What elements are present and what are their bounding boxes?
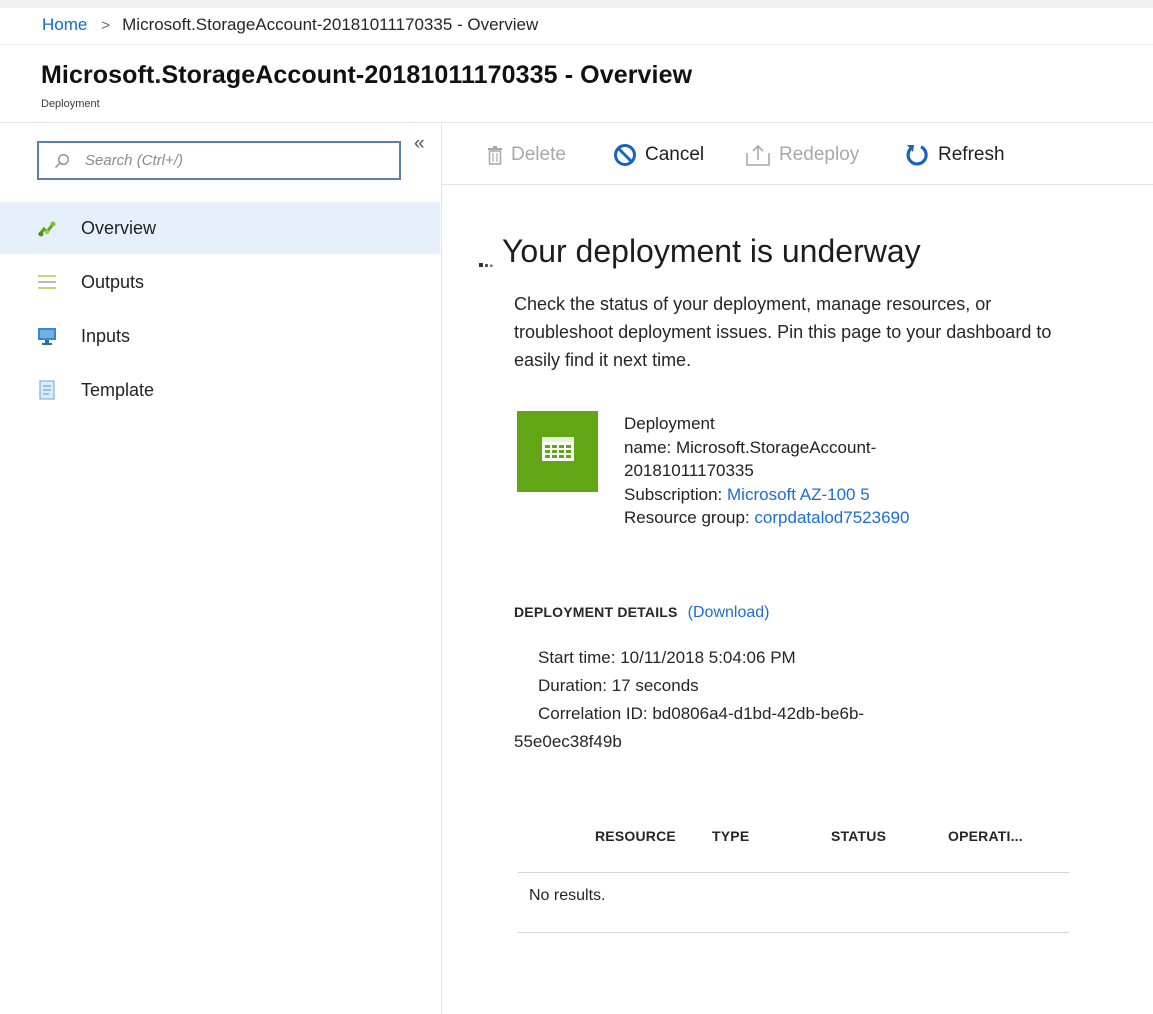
subscription-label: Subscription: <box>624 484 723 504</box>
template-icon <box>37 380 57 400</box>
deployment-name-value-cont: 20181011170335 <box>624 461 754 480</box>
refresh-button-label: Refresh <box>938 144 1005 165</box>
start-time-value: 10/11/2018 5:04:06 PM <box>620 648 796 667</box>
sidebar-item-overview[interactable]: Overview <box>0 202 440 254</box>
sidebar-item-inputs[interactable]: Inputs <box>0 310 440 362</box>
subscription-link[interactable]: Microsoft AZ-100 5 <box>727 485 870 504</box>
correlation-value: bd0806a4-d1bd-42db-be6b- <box>652 704 865 723</box>
column-header-operation[interactable]: OPERATI... <box>948 828 1023 844</box>
command-bar-divider <box>442 184 1153 185</box>
breadcrumb: Home > Microsoft.StorageAccount-20181011… <box>42 15 538 35</box>
deployment-info: Deployment name: Microsoft.StorageAccoun… <box>624 412 909 530</box>
resource-group-row: Resource group: corpdatalod7523690 <box>624 506 909 530</box>
start-time-label: Start time: <box>538 648 616 667</box>
duration-label: Duration: <box>538 676 607 695</box>
sidebar-item-outputs[interactable]: Outputs <box>0 256 440 308</box>
deployment-heading: Deployment <box>624 414 715 433</box>
sidebar-item-label: Overview <box>81 217 157 238</box>
deployment-name-row: name: Microsoft.StorageAccount- <box>624 436 909 460</box>
breadcrumb-divider <box>0 44 1153 45</box>
column-header-status[interactable]: STATUS <box>831 828 886 844</box>
delete-button-label: Delete <box>511 144 566 165</box>
deployment-name-value: Microsoft.StorageAccount- <box>675 437 877 457</box>
sidebar-item-label: Template <box>81 379 155 400</box>
sidebar-divider <box>441 123 442 1014</box>
collapse-sidebar-button[interactable]: « <box>414 133 425 155</box>
download-link[interactable]: (Download) <box>688 604 770 621</box>
empty-table-message: No results. <box>529 887 606 904</box>
column-header-type[interactable]: TYPE <box>712 828 749 844</box>
deployment-description: Check the status of your deployment, man… <box>514 294 1052 370</box>
cancel-button-label: Cancel <box>645 144 705 165</box>
cancel-icon <box>613 143 637 167</box>
search-box[interactable] <box>37 141 401 180</box>
sidebar-item-label: Outputs <box>81 271 145 292</box>
correlation-row: Correlation ID: bd0806a4-d1bd-42db-be6b- <box>514 700 864 728</box>
resource-group-label: Resource group: <box>624 508 750 527</box>
correlation-value-cont: 55e0ec38f49b <box>514 732 622 751</box>
breadcrumb-current: Microsoft.StorageAccount-20181011170335 … <box>122 15 539 34</box>
outputs-icon <box>37 272 57 292</box>
breadcrumb-separator: > <box>101 16 111 34</box>
trash-icon <box>487 145 503 165</box>
page-subtitle: Deployment <box>41 98 100 110</box>
sidebar-item-template[interactable]: Template <box>0 364 440 416</box>
deployment-details-title: DEPLOYMENT DETAILS <box>514 604 678 620</box>
column-header-resource[interactable]: RESOURCE <box>595 828 676 844</box>
duration-value: 17 seconds <box>611 676 699 695</box>
deployment-details-heading: DEPLOYMENT DETAILS (Download) <box>514 604 769 622</box>
breadcrumb-home-link[interactable]: Home <box>42 15 87 35</box>
deployment-details: Start time: 10/11/2018 5:04:06 PM Durati… <box>514 644 864 756</box>
page-title: Microsoft.StorageAccount-20181011170335 … <box>41 61 693 89</box>
search-icon <box>39 143 85 178</box>
subscription-row: Subscription: Microsoft AZ-100 5 <box>624 483 909 507</box>
start-time-row: Start time: 10/11/2018 5:04:06 PM <box>514 644 864 672</box>
top-strip <box>0 0 1153 8</box>
refresh-icon <box>904 142 930 168</box>
upload-icon <box>745 143 771 167</box>
deployment-name-label: name: <box>624 437 672 457</box>
deployment-status-heading: Your deployment is underway <box>502 233 921 269</box>
resource-group-link[interactable]: corpdatalod7523690 <box>754 508 909 527</box>
progress-dots-icon <box>479 255 497 267</box>
cancel-button[interactable]: Cancel <box>613 140 704 170</box>
search-input[interactable] <box>85 152 385 169</box>
duration-row: Duration: 17 seconds <box>514 672 864 700</box>
correlation-label: Correlation ID: <box>538 704 648 723</box>
table-bottom-divider <box>518 932 1069 933</box>
sidebar-item-label: Inputs <box>81 325 131 346</box>
deployment-icon <box>541 436 575 467</box>
refresh-button[interactable]: Refresh <box>904 140 1005 170</box>
overview-icon <box>37 218 57 238</box>
redeploy-button-label: Redeploy <box>779 144 860 165</box>
redeploy-button[interactable]: Redeploy <box>745 140 859 170</box>
table-header-divider <box>518 872 1069 873</box>
inputs-icon <box>37 326 57 346</box>
deployment-tile <box>517 411 598 492</box>
delete-button[interactable]: Delete <box>487 140 566 170</box>
